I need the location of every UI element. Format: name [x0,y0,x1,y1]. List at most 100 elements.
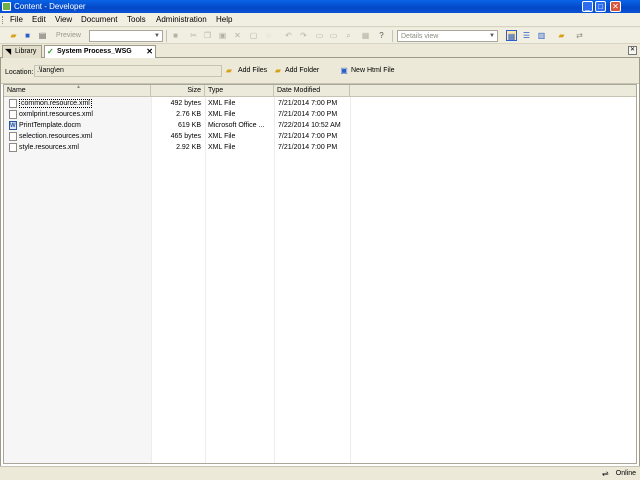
file-name: selection.resources.xml [19,133,93,140]
menu-edit[interactable]: Edit [32,15,46,25]
replace-icon[interactable]: ▦ [360,30,371,41]
delete-icon[interactable]: ✕ [232,30,243,41]
column-header-date-modified[interactable]: Date Modified [274,85,350,97]
refresh-icon[interactable]: ◌ [263,30,274,41]
sync-icon[interactable]: ⇄ [574,30,585,41]
menu-document[interactable]: Document [81,15,117,25]
file-type: XML File [208,111,236,118]
table-row[interactable]: oxmlprint.resources.xml 2.76 KB XML File… [4,109,350,120]
close-button[interactable]: ✕ [610,1,621,12]
tab-close-icon[interactable]: ✕ [146,46,153,57]
file-list: Name ▲ Size Type Date Modified common.re… [3,84,637,464]
save-icon[interactable]: ■ [22,30,33,41]
column-header-name-label: Name [7,87,26,94]
file-size: 619 KB [178,122,201,129]
add-folder-icon: ▰ [274,66,282,75]
chevron-down-icon: ▼ [489,33,495,39]
preview-button[interactable]: Preview [56,30,81,41]
xml-file-icon [9,132,17,141]
copy-icon[interactable]: ❐ [202,30,213,41]
file-size: 2.92 KB [176,144,201,151]
file-type: XML File [208,133,236,140]
sort-ascending-icon: ▲ [76,84,81,90]
online-icon: ⇌ [602,469,609,478]
list-view-icon[interactable]: ☰ [521,30,532,41]
title-bar: Content - Developer _ □ ✕ [0,0,640,13]
add-files-icon: ▰ [225,66,233,75]
menu-file[interactable]: File [10,15,23,25]
new-html-file-label: New Html File [351,67,395,74]
paste-icon[interactable]: ▣ [217,30,228,41]
file-date: 7/21/2014 7:00 PM [278,133,338,140]
location-bar: Location: .\lang\en ▰ Add Files ▰ Add Fo… [1,58,639,84]
location-label: Location: [5,69,34,76]
columns-view-icon[interactable]: ▥ [536,30,547,41]
maximize-button[interactable]: □ [595,1,606,12]
menu-help[interactable]: Help [216,15,232,25]
new-html-file-button[interactable]: ▣ New Html File [339,66,395,76]
status-bar: ⇌ Online [0,466,640,480]
toolbar: ▰ ■ ▤ Preview ▼ ■ ✂ ❐ ▣ ✕ ▢ ◌ ↶ ↷ ▭ ▭ ⌕ … [0,28,640,44]
window-title: Content - Developer [14,2,86,11]
new-html-file-icon: ▣ [340,66,348,75]
file-size: 2.76 KB [176,111,201,118]
table-row[interactable]: common.resource.xml 492 bytes XML File 7… [4,98,350,109]
connection-status: Online [615,470,636,477]
tab-library-label: Library [15,48,37,55]
stop-icon[interactable]: ■ [170,30,181,41]
xml-file-icon [9,99,17,108]
view-mode-value: Details view [401,33,439,40]
find-icon[interactable]: ⌕ [343,30,354,41]
redo-icon[interactable]: ↷ [298,30,309,41]
app-icon [2,2,11,11]
table-row[interactable]: style.resources.xml 2.92 KB XML File 7/2… [4,142,350,153]
outdent-icon[interactable]: ▭ [328,30,339,41]
menu-tools[interactable]: Tools [127,15,146,25]
tab-library[interactable]: ◥ Library [2,45,42,58]
tab-system-process-label: System Process_WSG [57,48,132,55]
properties-icon[interactable]: ▢ [248,30,259,41]
add-files-label: Add Files [238,67,268,74]
toolbar-separator [166,30,167,42]
indent-icon[interactable]: ▭ [314,30,325,41]
undo-icon[interactable]: ↶ [283,30,294,41]
open-folder-icon[interactable]: ▰ [8,30,19,41]
table-row[interactable]: PrintTemplate.docm 619 KB Microsoft Offi… [4,120,350,132]
xml-file-icon [9,143,17,152]
document-combo[interactable]: ▼ [89,30,163,42]
table-row[interactable]: selection.resources.xml 465 bytes XML Fi… [4,131,350,142]
toolbar-separator [392,30,393,42]
view-mode-select[interactable]: Details view ▼ [397,30,498,42]
file-name: style.resources.xml [19,144,79,151]
column-header-size[interactable]: Size [151,85,205,97]
file-name: common.resource.xml [19,99,92,108]
file-date: 7/22/2014 10:52 AM [278,122,341,129]
add-folder-label: Add Folder [285,67,320,74]
location-input[interactable]: .\lang\en [34,65,222,77]
tab-system-process-wsg[interactable]: ✓ System Process_WSG ✕ [44,45,156,59]
check-icon: ✓ [47,47,54,56]
file-name: PrintTemplate.docm [19,122,81,129]
add-files-button[interactable]: ▰ Add Files [224,66,267,76]
print-icon[interactable]: ▤ [37,30,48,41]
menu-view[interactable]: View [55,15,72,25]
chevron-down-icon: ▼ [154,33,160,39]
help-icon[interactable]: ? [376,30,387,41]
file-name: oxmlprint.resources.xml [19,111,93,118]
file-type: XML File [208,100,236,107]
up-folder-icon[interactable]: ▰ [556,30,567,41]
close-icon[interactable]: ✕ [628,46,637,55]
content-panel: Location: .\lang\en ▰ Add Files ▰ Add Fo… [0,58,640,466]
details-view-icon[interactable]: ▦ [506,30,517,41]
add-folder-button[interactable]: ▰ Add Folder [273,66,319,76]
minimize-button[interactable]: _ [582,1,593,12]
xml-file-icon [9,110,17,119]
tab-bar: ◥ Library ✓ System Process_WSG ✕ ✕ [0,44,640,59]
column-header-type[interactable]: Type [205,85,274,97]
menu-administration[interactable]: Administration [156,15,207,25]
column-header-name[interactable]: Name ▲ [4,84,151,97]
library-icon: ◥ [5,47,12,56]
column-header-filler [350,85,636,97]
file-date: 7/21/2014 7:00 PM [278,144,338,151]
cut-icon[interactable]: ✂ [188,30,199,41]
